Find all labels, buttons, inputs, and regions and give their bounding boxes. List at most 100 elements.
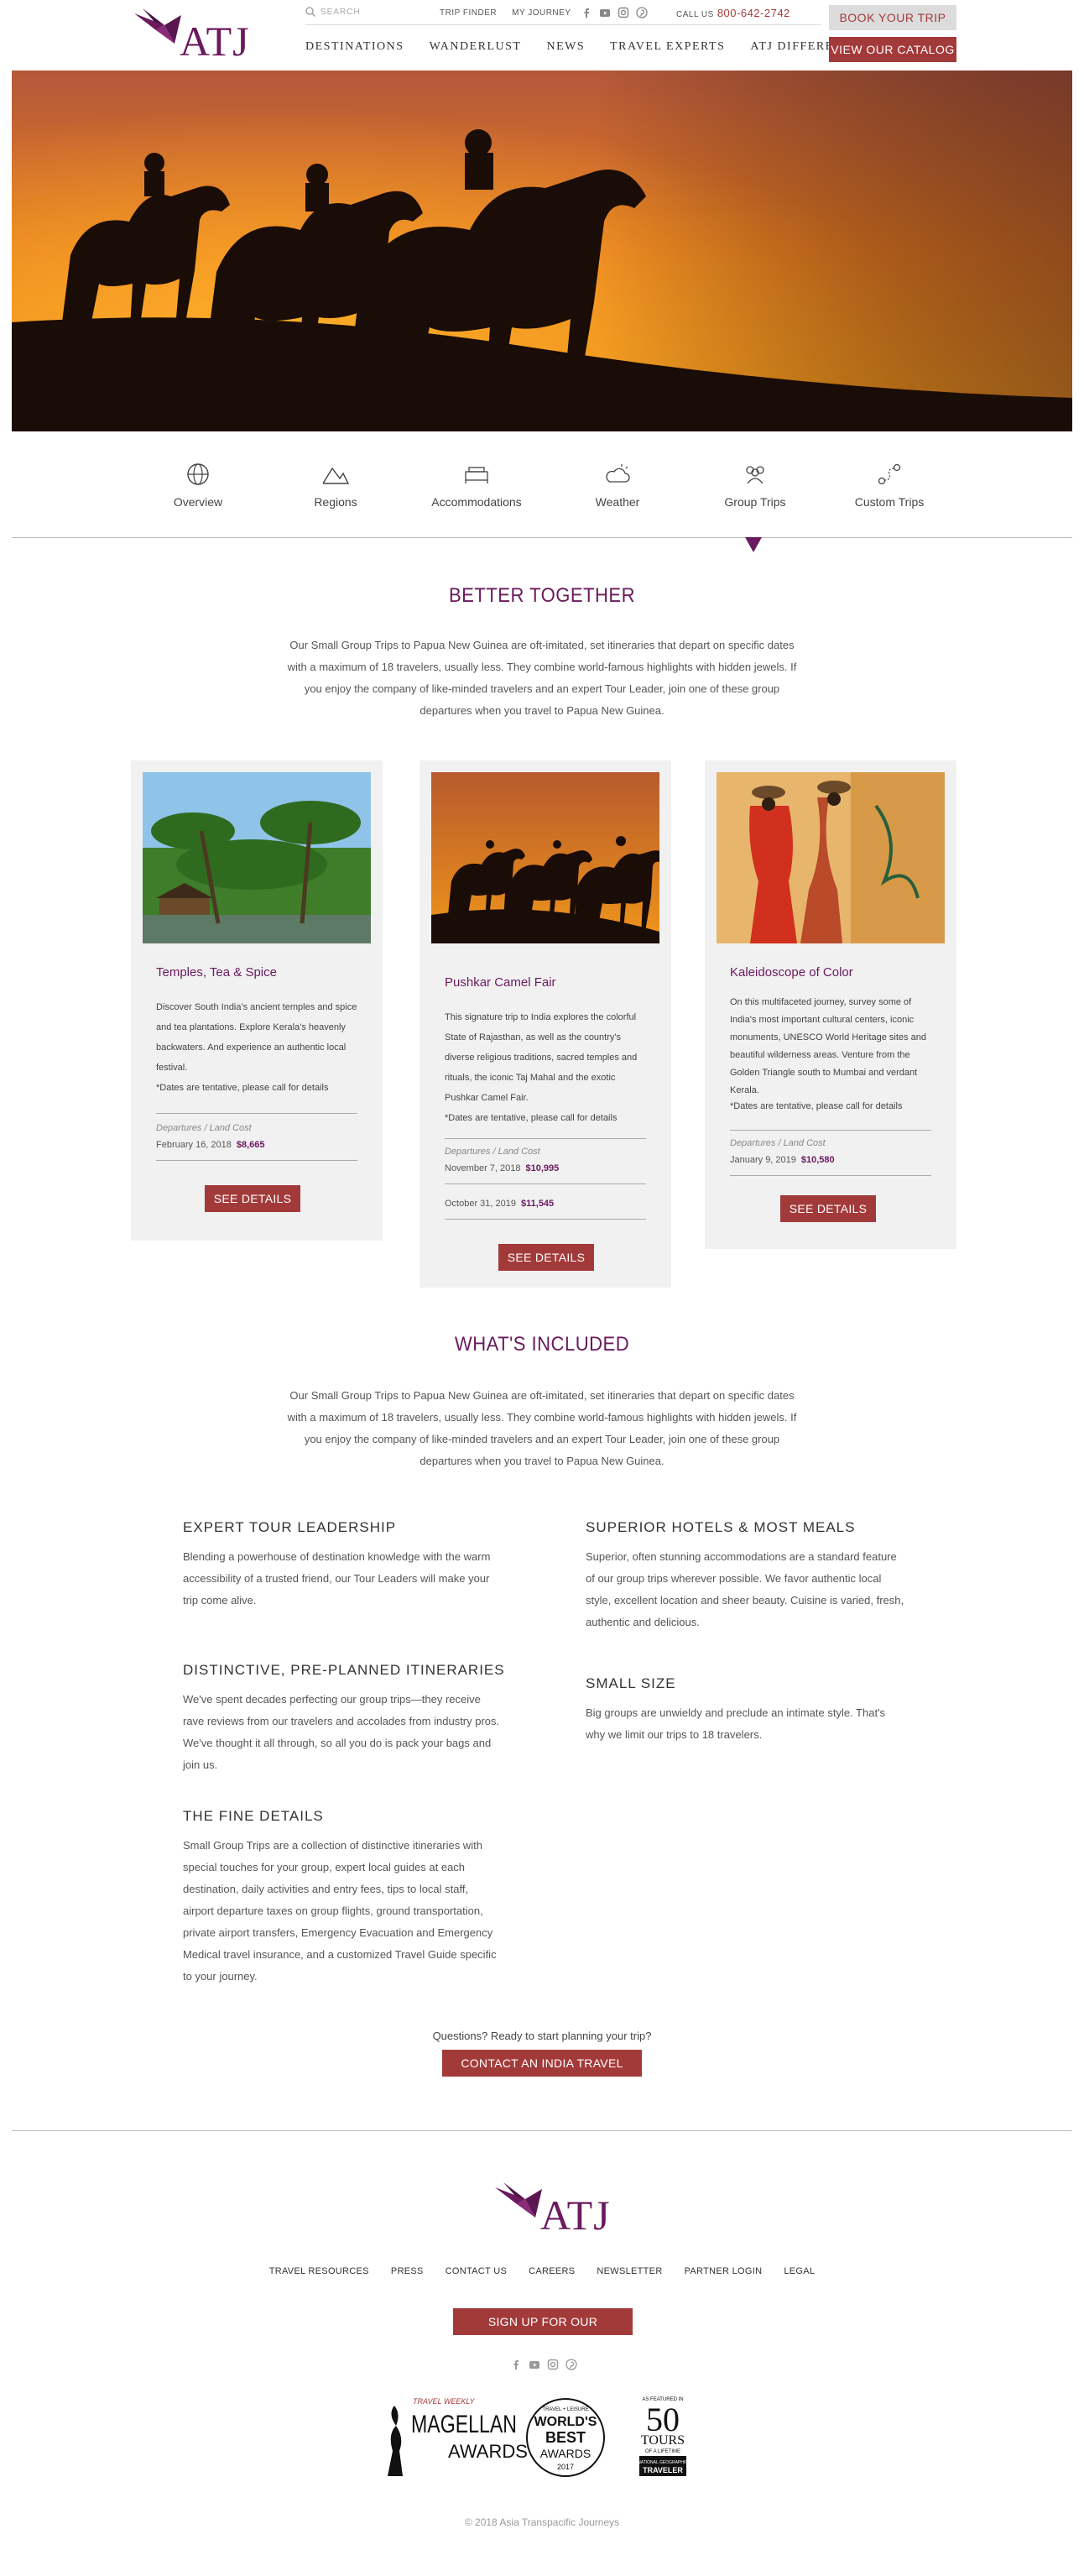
divider [156,1160,357,1161]
tab-group-trips[interactable]: Group Trips [696,462,814,509]
magellan-awards-logo: TRAVEL WEEKLY MAGELLAN AWARDS [388,2397,528,2476]
trip-note: *Dates are tentative, please call for de… [156,1083,329,1093]
book-your-trip-button[interactable]: BOOK YOUR TRIP [829,5,956,30]
footer-link-contact-us[interactable]: CONTACT US [446,2266,508,2276]
departures-label: Departures / Land Cost [445,1147,540,1157]
facebook-icon[interactable] [510,2359,522,2370]
nav-news[interactable]: NEWS [546,40,585,54]
inc-heading-fine-details: THE FINE DETAILS [183,1808,324,1824]
departure-row: February 16, 2018 $8,665 [156,1140,265,1150]
instagram-icon[interactable] [547,2359,559,2370]
pinterest-icon[interactable] [565,2359,577,2370]
pinterest-icon[interactable] [636,7,648,18]
youtube-icon[interactable] [529,2359,540,2370]
departure-date: January 9, 2019 [730,1155,796,1165]
footer-link-press[interactable]: PRESS [391,2266,424,2276]
nav-destinations[interactable]: DESTINATIONS [305,40,404,54]
nav-travel-experts[interactable]: TRAVEL EXPERTS [610,40,725,54]
youtube-icon[interactable] [599,7,611,18]
inc-text-small-size: Big groups are unwieldy and preclude an … [586,1706,886,1741]
facebook-icon[interactable] [581,7,592,18]
inc-heading-itineraries: DISTINCTIVE, PRE-PLANNED ITINERARIES [183,1662,505,1678]
group-icon [746,466,764,484]
tab-weather[interactable]: Weather [559,462,676,509]
my-journey-link[interactable]: MY JOURNEY [512,8,571,18]
footer-logo[interactable]: ATJ [492,2179,610,2239]
site-header: ATJ SEARCH TRIP FINDER MY JOURNEY CALL U… [0,0,1084,71]
inc-text-hotels: Superior, often stunning accommodations … [586,1550,904,1628]
see-details-button[interactable]: SEE DETAILS [780,1195,876,1222]
tours-brand1-text: NATIONAL GEOGRAPHIC [638,2460,688,2465]
whats-included-intro: Our Small Group Trips to Papua New Guine… [287,1389,797,1467]
wb-top-text: TRAVEL + LEISURE [542,2407,588,2412]
tab-regions[interactable]: Regions [277,462,394,509]
trip-card-kaleidoscope: Kaleidoscope of Color On this multifacet… [705,760,956,1249]
trip-title[interactable]: Pushkar Camel Fair [445,975,556,990]
divider [445,1219,646,1220]
phone-number[interactable]: 800-642-2742 [717,7,790,19]
inc-heading-hotels: SUPERIOR HOTELS & MOST MEALS [586,1519,856,1535]
tab-custom-trips[interactable]: Custom Trips [831,462,948,509]
active-tab-pointer [745,537,762,552]
tab-overview[interactable]: Overview [139,462,257,509]
route-icon [878,463,901,485]
header-social [581,7,648,18]
destination-tabs: Overview Regions Accommodations Weather … [0,431,1084,552]
wb-main1-text: WORLD'S [534,2415,597,2429]
see-details-button[interactable]: SEE DETAILS [205,1185,300,1212]
departure-row: November 7, 2018 $10,995 [445,1163,559,1173]
tab-label: Regions [314,495,357,509]
utility-bar: SEARCH TRIP FINDER MY JOURNEY CALL US 800… [305,7,821,25]
divider [445,1138,646,1139]
footer-link-legal[interactable]: LEGAL [784,2266,815,2276]
tab-label: Custom Trips [854,495,925,509]
see-details-button[interactable]: SEE DETAILS [498,1244,594,1271]
trip-note: *Dates are tentative, please call for de… [445,1113,618,1123]
inc-text-itineraries: We've spent decades perfecting our group… [183,1693,500,1771]
newsletter-signup-button[interactable]: SIGN UP FOR OUR NEWSLETTER [453,2308,633,2355]
fifty-tours-logo: AS FEATURED IN 50 TOURS OF A LIFETIME NA… [638,2397,688,2476]
divider [445,1183,646,1184]
departure-date: October 31, 2019 [445,1199,517,1209]
tab-label: Overview [173,495,223,509]
trip-finder-link[interactable]: TRIP FINDER [440,8,497,18]
wb-main2-text: BEST [545,2429,586,2446]
footer-link-travel-resources[interactable]: TRAVEL RESOURCES [269,2266,369,2276]
departure-date: February 16, 2018 [156,1140,232,1150]
trip-title[interactable]: Kaleidoscope of Color [730,965,853,980]
wb-main3-text: AWARDS [540,2447,591,2460]
magellan-main-text: MAGELLAN [411,2411,517,2438]
whats-included-title: WHAT'S INCLUDED [454,1333,630,1356]
call-us: CALL US 800-642-2742 [676,7,790,19]
contact-expert-button[interactable]: CONTACT AN INDIA TRAVEL EXPERT [442,2050,642,2097]
globe-icon [187,463,209,485]
tab-accommodations[interactable]: Accommodations [418,462,535,509]
worlds-best-awards-logo: TRAVEL + LEISURE WORLD'S BEST AWARDS 201… [526,2398,605,2477]
inc-text-leadership: Blending a powerhouse of destination kno… [183,1550,491,1607]
tours-sub-text: OF A LIFETIME [645,2449,680,2454]
wb-year-text: 2017 [557,2463,574,2471]
awards-row: TRAVEL WEEKLY MAGELLAN AWARDS TRAVEL + L… [383,2394,710,2478]
footer-link-partner-login[interactable]: PARTNER LOGIN [685,2266,763,2276]
inc-heading-small-size: SMALL SIZE [586,1675,676,1691]
better-together-title: BETTER TOGETHER [448,584,636,607]
trip-description: On this multifaceted journey, survey som… [730,997,926,1095]
search-box[interactable]: SEARCH [305,7,361,17]
cloud-sun-icon [606,464,630,483]
search-placeholder[interactable]: SEARCH [321,8,361,17]
departures-label: Departures / Land Cost [156,1123,252,1133]
instagram-icon[interactable] [618,7,629,18]
better-together-intro: Our Small Group Trips to Papua New Guine… [287,639,797,717]
footer-link-careers[interactable]: CAREERS [529,2266,575,2276]
trip-image-camels [431,772,659,943]
trip-description: Discover South India's ancient temples a… [156,1002,357,1073]
trip-title[interactable]: Temples, Tea & Spice [156,965,277,980]
footer-link-newsletter[interactable]: NEWSLETTER [597,2266,662,2276]
departure-date: November 7, 2018 [445,1163,521,1173]
tabs-divider [12,537,1072,538]
atj-logo[interactable]: ATJ [131,5,249,65]
nav-wanderlust[interactable]: WANDERLUST [430,40,522,54]
tab-label: Accommodations [431,495,522,509]
inc-heading-leadership: EXPERT TOUR LEADERSHIP [183,1519,397,1535]
view-catalog-button[interactable]: VIEW OUR CATALOG [829,37,956,62]
